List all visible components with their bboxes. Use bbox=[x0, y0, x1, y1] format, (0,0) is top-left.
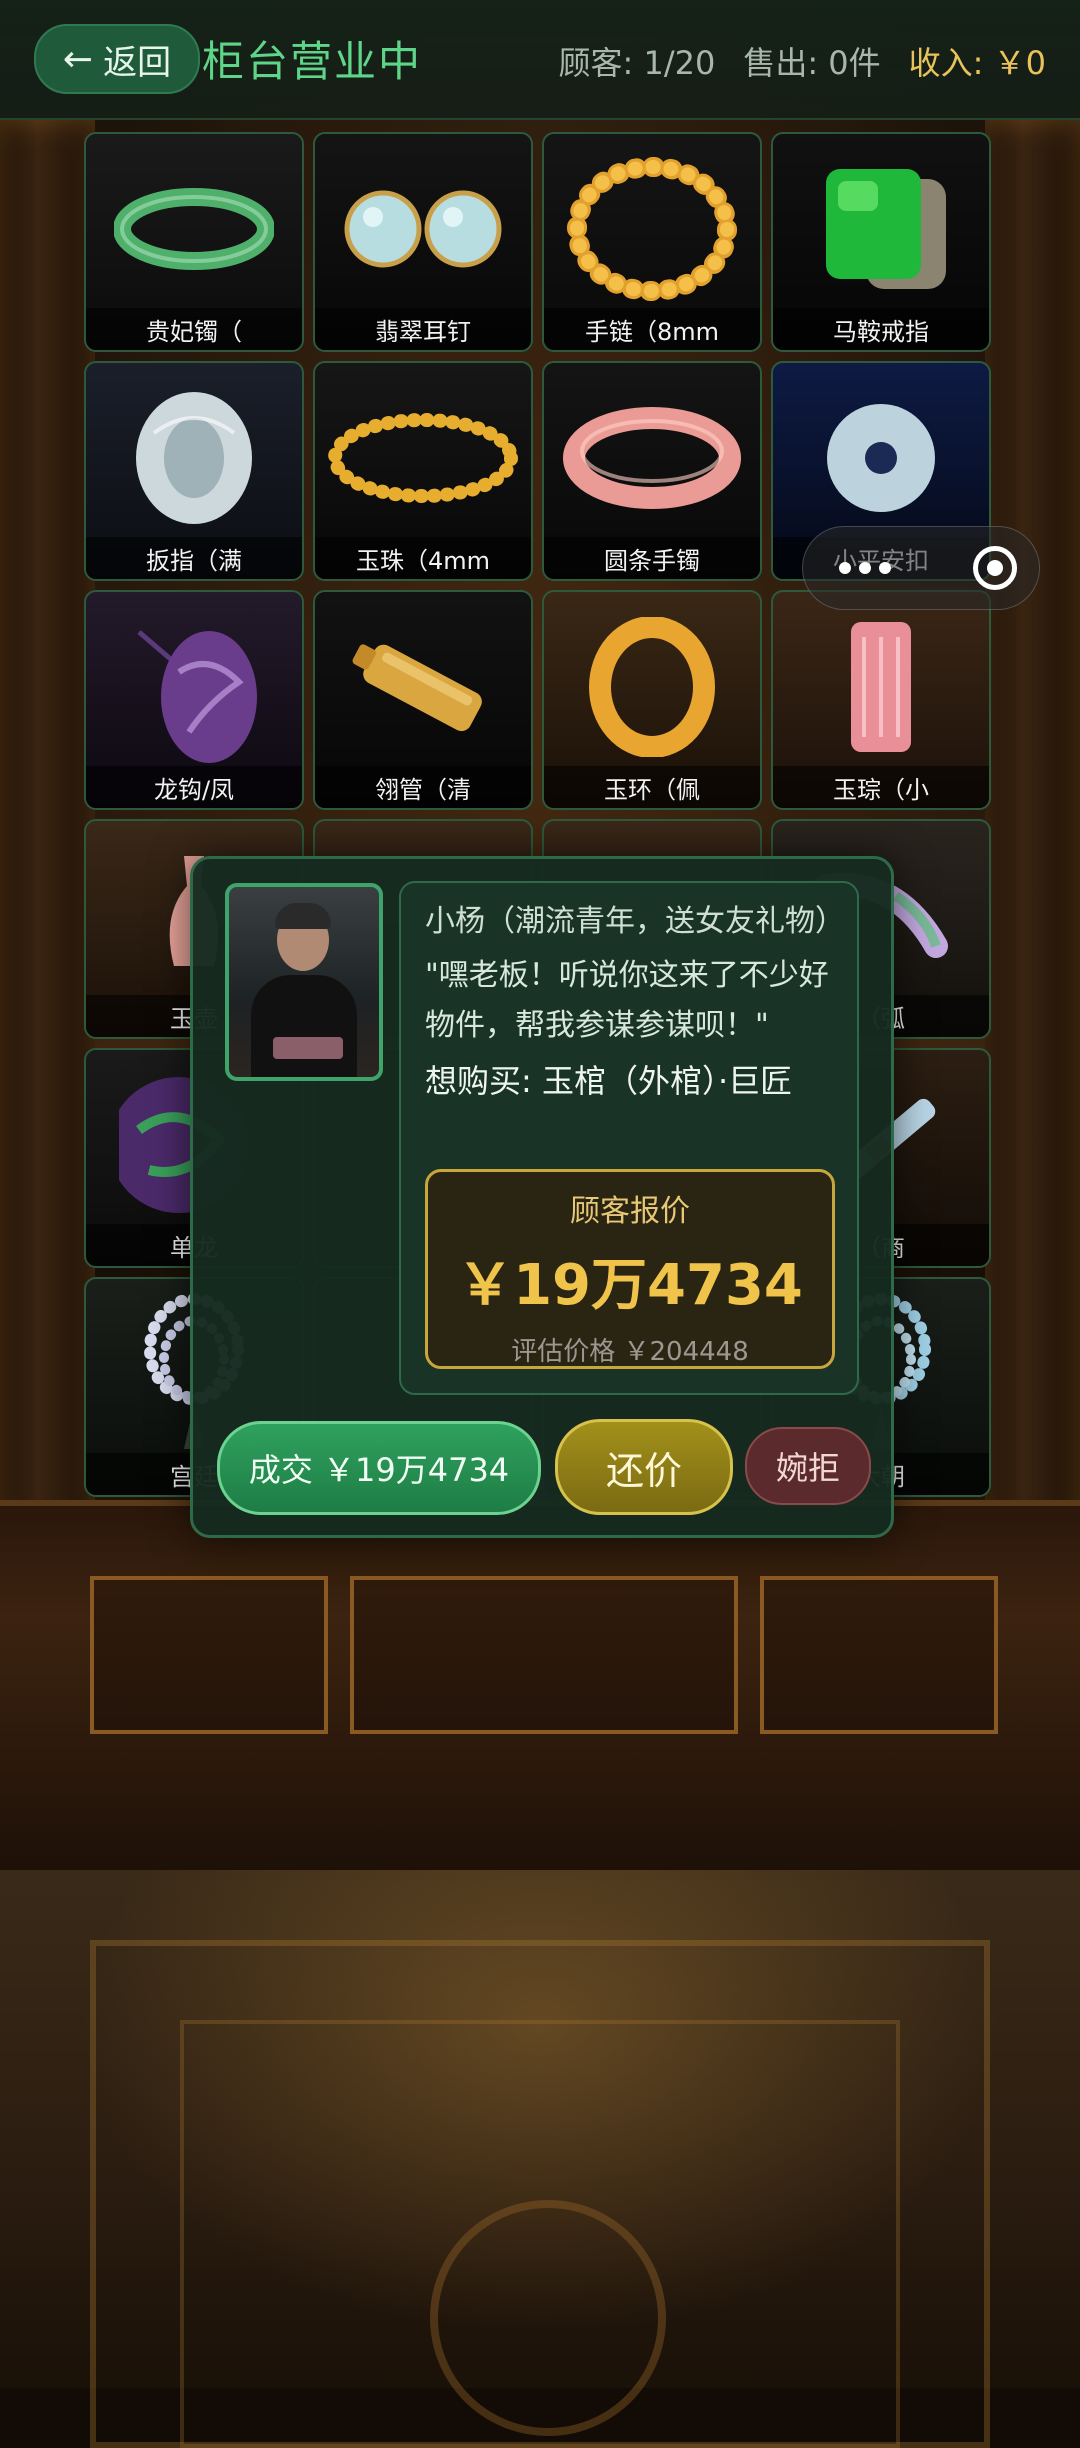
safety-buckle-icon bbox=[827, 404, 935, 513]
item-cell[interactable]: 翎管（清 bbox=[313, 590, 533, 810]
item-label: 扳指（满 bbox=[86, 537, 302, 579]
item-label: 玉环（佩 bbox=[544, 766, 760, 808]
item-cell[interactable]: 贵妃镯（ bbox=[84, 132, 304, 352]
item-label: 玉琮（小 bbox=[773, 766, 989, 808]
item-cell[interactable]: 手链（8mm bbox=[542, 132, 762, 352]
thumb-ring-icon bbox=[136, 392, 252, 525]
saddle-ring-icon bbox=[826, 169, 946, 290]
jade-ring-icon bbox=[589, 617, 715, 758]
item-label: 翎管（清 bbox=[315, 766, 531, 808]
item-label: 贵妃镯（ bbox=[86, 308, 302, 350]
page-title: 柜台营业中 bbox=[202, 37, 423, 86]
shop-stats: 顾客: 1/20 售出: 0件 收入: ￥0 bbox=[559, 38, 1046, 84]
item-label: 马鞍戒指 bbox=[773, 308, 989, 350]
customer-avatar bbox=[225, 883, 383, 1081]
item-label: 龙钩/凤 bbox=[86, 766, 302, 808]
left-display-shelf bbox=[0, 120, 95, 1540]
feather-tube-icon bbox=[352, 644, 482, 732]
item-label: 玉珠（4mm bbox=[315, 537, 531, 579]
sold-count: 售出: 0件 bbox=[743, 44, 881, 82]
item-cell[interactable]: 龙钩/凤 bbox=[84, 590, 304, 810]
wanted-item: 想购买: 玉棺（外棺）·巨匠 bbox=[425, 1062, 793, 1100]
item-label: 手链（8mm bbox=[544, 308, 760, 350]
offer-label: 顾客报价 bbox=[570, 1194, 690, 1229]
wooden-cabinet bbox=[0, 1500, 1080, 1876]
estimated-price: 评估价格 ￥204448 bbox=[511, 1337, 749, 1367]
customer-name: 小杨（潮流青年，送女友礼物） bbox=[425, 904, 845, 939]
item-cell[interactable]: 翡翠耳钉 bbox=[313, 132, 533, 352]
reject-button[interactable]: 婉拒 bbox=[745, 1427, 871, 1505]
back-button[interactable]: ← 返回 bbox=[34, 24, 200, 94]
right-display-shelf bbox=[985, 120, 1080, 1540]
item-cell[interactable]: 玉琮（小 bbox=[771, 590, 991, 810]
small-bead-bracelet-icon bbox=[328, 413, 518, 504]
item-cell[interactable]: 扳指（满 bbox=[84, 361, 304, 581]
marble-floor bbox=[0, 1870, 1080, 2448]
bead-bracelet-icon bbox=[567, 157, 737, 302]
close-target-icon[interactable] bbox=[973, 546, 1017, 590]
top-bar: ← 返回 柜台营业中 顾客: 1/20 售出: 0件 收入: ￥0 bbox=[0, 0, 1080, 120]
customer-count: 顾客: 1/20 bbox=[558, 44, 716, 82]
item-label: 翡翠耳钉 bbox=[315, 308, 531, 350]
income-display: 收入: ￥0 bbox=[908, 44, 1046, 82]
speech-panel: 小杨（潮流青年，送女友礼物） "嘿老板！听说你这来了不少好物件，帮我参谋参谋呗！… bbox=[399, 881, 859, 1395]
jade-earrings-icon bbox=[344, 190, 502, 268]
menu-capsule[interactable] bbox=[802, 526, 1040, 610]
offer-price: ￥19万4734 bbox=[457, 1253, 803, 1318]
item-cell[interactable]: 玉环（佩 bbox=[542, 590, 762, 810]
item-label: 圆条手镯 bbox=[544, 537, 760, 579]
customer-quote: "嘿老板！听说你这来了不少好物件，帮我参谋参谋呗！" bbox=[425, 958, 829, 1043]
dragon-pendant-icon bbox=[137, 630, 257, 764]
counter-offer-button[interactable]: 还价 bbox=[555, 1419, 733, 1515]
arrow-left-icon: ← bbox=[62, 38, 94, 80]
more-icon[interactable] bbox=[839, 562, 891, 574]
item-cell[interactable]: 马鞍戒指 bbox=[771, 132, 991, 352]
item-cell[interactable]: 玉珠（4mm bbox=[313, 361, 533, 581]
item-cell[interactable]: 圆条手镯 bbox=[542, 361, 762, 581]
jade-cong-icon bbox=[851, 622, 911, 753]
back-label: 返回 bbox=[103, 42, 172, 83]
offer-box: 顾客报价 ￥19万4734 评估价格 ￥204448 bbox=[425, 1169, 835, 1369]
deal-button[interactable]: 成交 ￥19万4734 bbox=[217, 1421, 541, 1515]
round-bangle-icon bbox=[563, 407, 741, 510]
customer-dialog: 小杨（潮流青年，送女友礼物） "嘿老板！听说你这来了不少好物件，帮我参谋参谋呗！… bbox=[190, 856, 894, 1538]
jade-bangle-icon bbox=[114, 188, 274, 271]
